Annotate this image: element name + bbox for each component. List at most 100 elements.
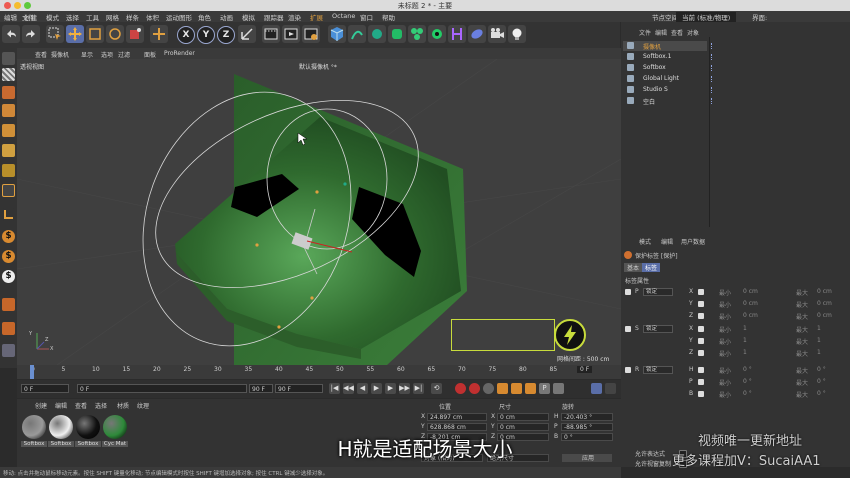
- axis-checkbox[interactable]: [698, 338, 704, 344]
- object-visibility-dots[interactable]: [711, 65, 716, 71]
- object-row[interactable]: 空白: [623, 96, 707, 106]
- axis-checkbox[interactable]: [698, 289, 704, 295]
- max-value[interactable]: 0 cm: [817, 300, 832, 307]
- timeline-playhead[interactable]: [30, 365, 34, 379]
- next-frame-button[interactable]: ▶: [385, 383, 396, 394]
- viewport-menu-item[interactable]: 显示: [81, 50, 93, 59]
- attribute-tab[interactable]: 用户数据: [681, 237, 705, 246]
- menu-item[interactable]: 跟踪器: [264, 12, 284, 22]
- menu-item[interactable]: 运动图形: [166, 12, 192, 22]
- bend-deformer-icon[interactable]: [448, 25, 466, 43]
- menu-item[interactable]: 渲染: [288, 12, 301, 22]
- size-field[interactable]: 0 cm: [497, 413, 549, 421]
- menu-item[interactable]: 扩展: [310, 12, 323, 22]
- scale-tool-icon[interactable]: [86, 25, 104, 43]
- viewport-menu-item[interactable]: 查看: [35, 50, 47, 59]
- object-row[interactable]: Studio S: [623, 85, 707, 95]
- min-value[interactable]: 1: [743, 325, 747, 332]
- menu-item[interactable]: 创建: [24, 12, 37, 22]
- point-level-key-icon[interactable]: [553, 383, 564, 394]
- max-value[interactable]: 0 cm: [817, 288, 832, 295]
- rotation-field[interactable]: -88.985 °: [561, 423, 613, 431]
- recent-tool-icon[interactable]: [126, 25, 144, 43]
- axis-checkbox[interactable]: [698, 350, 704, 356]
- locked-workplane-icon[interactable]: $: [2, 250, 15, 263]
- menu-item[interactable]: 帮助: [382, 12, 395, 22]
- menu-item[interactable]: 窗口: [360, 12, 373, 22]
- transform-tool-icon[interactable]: [150, 25, 168, 43]
- min-value[interactable]: 0 °: [743, 390, 752, 397]
- min-value[interactable]: 0 cm: [743, 288, 758, 295]
- generator-nurbs-icon[interactable]: [368, 25, 386, 43]
- menu-item[interactable]: 选择: [66, 12, 79, 22]
- axis-checkbox[interactable]: [698, 301, 704, 307]
- menu-item[interactable]: 样条: [126, 12, 139, 22]
- redo-button[interactable]: [22, 25, 40, 43]
- move-tool-icon[interactable]: [66, 25, 84, 43]
- object-row[interactable]: Softbox: [623, 63, 707, 73]
- menu-item[interactable]: 模拟: [242, 12, 255, 22]
- start-frame-field[interactable]: 0 F: [21, 384, 69, 393]
- select-tool-icon[interactable]: [46, 25, 64, 43]
- current-frame-field[interactable]: 0 F: [77, 384, 247, 393]
- menu-item[interactable]: 模式: [46, 12, 59, 22]
- group-enable-checkbox[interactable]: [625, 326, 631, 332]
- menu-item[interactable]: 角色: [198, 12, 211, 22]
- min-value[interactable]: 1: [743, 349, 747, 356]
- object-manager-tab[interactable]: 对象: [687, 28, 699, 37]
- texture-mode-icon[interactable]: [2, 68, 15, 81]
- material-menu-item[interactable]: 材质: [117, 401, 129, 410]
- play-button[interactable]: ▶: [371, 383, 382, 394]
- subtab-basic[interactable]: 基本: [624, 263, 643, 272]
- node-space-select[interactable]: 当前 (标准/物理): [676, 12, 737, 22]
- max-value[interactable]: 1: [817, 325, 821, 332]
- y-axis-lock-button[interactable]: Y: [197, 26, 215, 44]
- group-enable-checkbox[interactable]: [625, 289, 631, 295]
- object-manager-tab[interactable]: 编辑: [655, 28, 667, 37]
- go-to-start-button[interactable]: |◀: [329, 383, 340, 394]
- prev-frame-button[interactable]: ◀: [357, 383, 368, 394]
- size-field[interactable]: 0 cm: [497, 423, 549, 431]
- axis-checkbox[interactable]: [698, 326, 704, 332]
- viewport-menu-item[interactable]: 面板: [144, 50, 156, 59]
- polygons-mode-icon[interactable]: [2, 164, 15, 177]
- grid-icon[interactable]: [2, 344, 15, 357]
- viewport[interactable]: 透视视图 默认摄像机 °* Y X Z 网格间距 : 500 cm: [17, 59, 621, 365]
- deformer-icon[interactable]: [428, 25, 446, 43]
- axis-checkbox[interactable]: [698, 313, 704, 319]
- min-value[interactable]: 0 °: [743, 366, 752, 373]
- timeline-ruler[interactable]: 051015202530354045505560657075808590 0 F: [17, 365, 621, 379]
- object-row[interactable]: 摄像机: [623, 41, 707, 51]
- min-value[interactable]: 0 °: [743, 378, 752, 385]
- end-frame-field[interactable]: 90 F: [249, 384, 273, 393]
- object-visibility-dots[interactable]: [711, 87, 716, 93]
- material-menu-item[interactable]: 选择: [95, 401, 107, 410]
- rotation-key-icon[interactable]: [525, 383, 536, 394]
- environment-icon[interactable]: [468, 25, 486, 43]
- max-value[interactable]: 0 cm: [817, 312, 832, 319]
- axis-mode-icon[interactable]: [2, 298, 15, 311]
- keyframe-selection-icon[interactable]: [483, 383, 494, 394]
- fcurve-icon[interactable]: [605, 383, 616, 394]
- soft-selection-icon[interactable]: [2, 322, 15, 335]
- x-axis-lock-button[interactable]: X: [177, 26, 195, 44]
- group-mode-select[interactable]: 锁定: [643, 366, 673, 374]
- subdivision-icon[interactable]: [388, 25, 406, 43]
- go-to-end-button[interactable]: ▶|: [413, 383, 424, 394]
- rotation-field[interactable]: -20.403 °: [561, 413, 613, 421]
- position-field[interactable]: 24.897 cm: [427, 413, 487, 421]
- menu-item[interactable]: Octane: [332, 12, 355, 20]
- render-picture-viewer-icon[interactable]: [282, 25, 300, 43]
- menu-item[interactable]: 工具: [86, 12, 99, 22]
- position-field[interactable]: 628.868 cm: [427, 423, 487, 431]
- axis-checkbox[interactable]: [698, 391, 704, 397]
- object-visibility-dots[interactable]: [711, 76, 716, 82]
- make-editable-icon[interactable]: [2, 52, 15, 65]
- spline-pen-icon[interactable]: [348, 25, 366, 43]
- z-axis-lock-button[interactable]: Z: [217, 26, 235, 44]
- axis-checkbox[interactable]: [698, 367, 704, 373]
- prev-key-button[interactable]: ◀◀: [343, 383, 354, 394]
- attribute-tab[interactable]: 模式: [639, 237, 651, 246]
- max-value[interactable]: 0 °: [817, 378, 826, 385]
- planar-workplane-icon[interactable]: $: [2, 270, 15, 283]
